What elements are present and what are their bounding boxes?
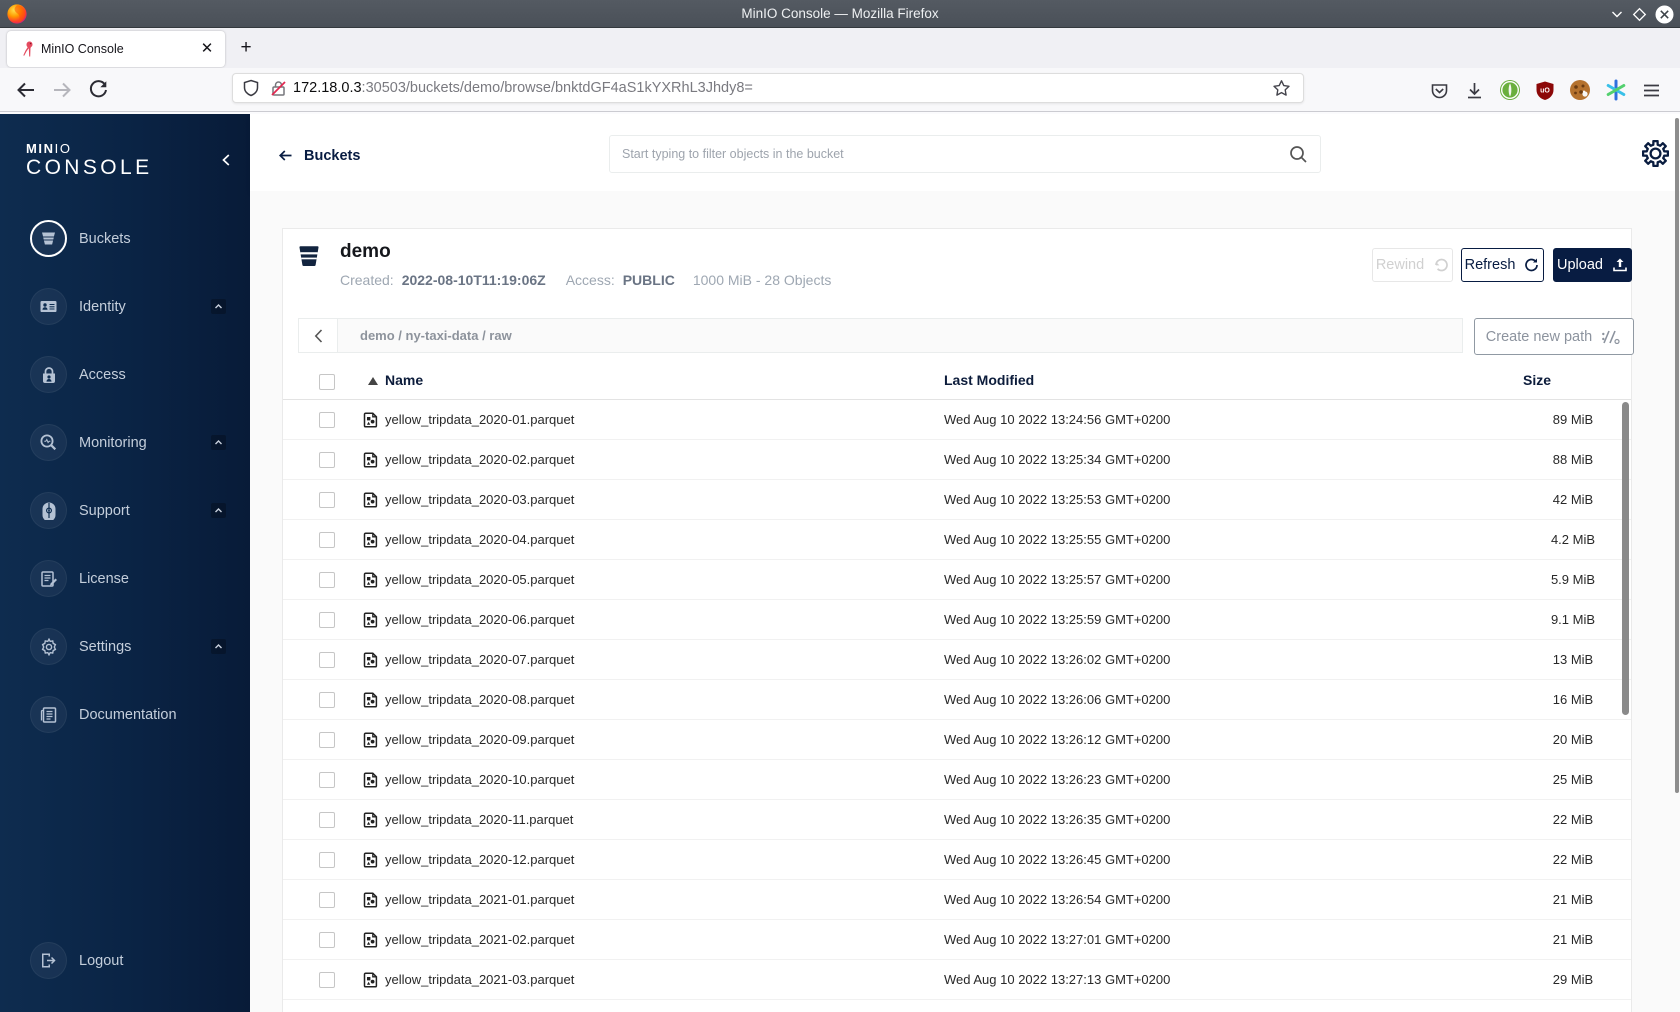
svg-text:uO: uO	[1540, 87, 1550, 94]
